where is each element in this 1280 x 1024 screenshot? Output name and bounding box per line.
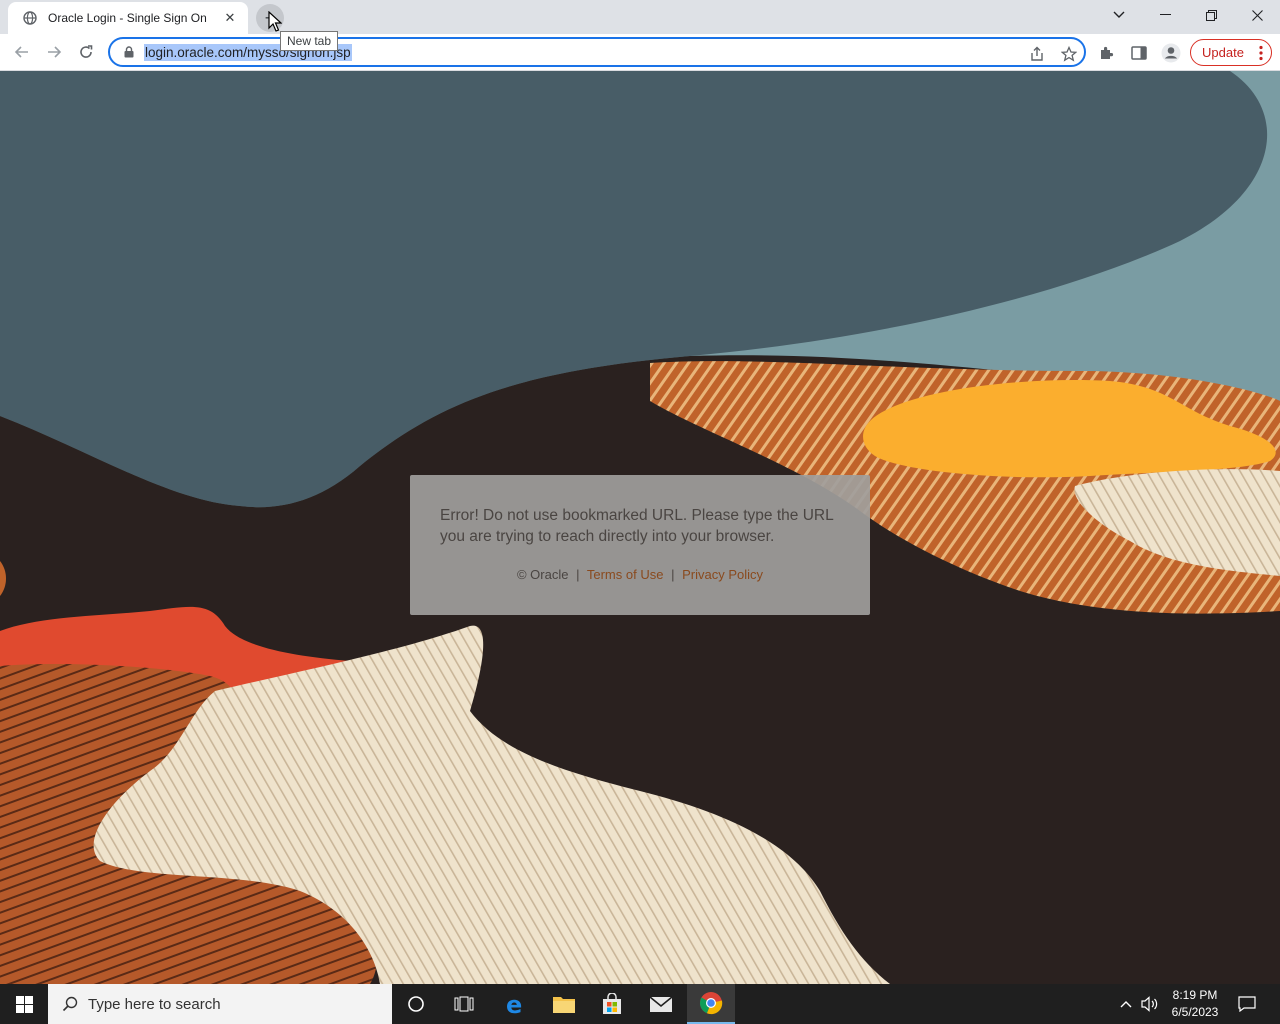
task-view-button[interactable] — [440, 984, 488, 1024]
back-button[interactable] — [8, 38, 36, 66]
reload-icon — [80, 45, 93, 58]
footer-separator: | — [671, 567, 675, 582]
restore-button[interactable] — [1188, 0, 1234, 30]
extensions-icon[interactable] — [1096, 42, 1118, 64]
notifications-button[interactable] — [1232, 984, 1262, 1024]
edge-taskbar-button[interactable]: e — [491, 984, 539, 1024]
taskbar: Type here to search e 8:19 PM 6/5/2023 — [0, 984, 1280, 1024]
folder-icon — [553, 997, 575, 1013]
edge-icon: e — [506, 992, 522, 1016]
privacy-policy-link[interactable]: Privacy Policy — [682, 567, 763, 582]
address-bar[interactable]: login.oracle.com/mysso/signon.jsp — [108, 37, 1086, 67]
minimize-button[interactable] — [1142, 0, 1188, 30]
terms-of-use-link[interactable]: Terms of Use — [587, 567, 664, 582]
search-placeholder: Type here to search — [88, 995, 221, 1013]
file-explorer-button[interactable] — [540, 984, 588, 1024]
clock-date: 6/5/2023 — [1171, 1005, 1219, 1019]
profile-avatar-icon[interactable] — [1160, 42, 1182, 64]
search-icon — [60, 994, 80, 1014]
reload-button[interactable] — [72, 38, 100, 66]
store-button[interactable] — [588, 984, 636, 1024]
card-footer: © Oracle | Terms of Use | Privacy Policy — [440, 567, 840, 582]
chrome-taskbar-button[interactable] — [687, 984, 735, 1024]
footer-separator: | — [576, 567, 580, 582]
notification-icon — [1238, 996, 1256, 1012]
taskbar-search-box[interactable]: Type here to search — [48, 984, 392, 1024]
svg-text:e: e — [506, 992, 522, 1016]
system-clock[interactable]: 8:19 PM 6/5/2023 — [1160, 987, 1230, 1021]
mail-icon — [649, 996, 673, 1012]
browser-titlebar: Oracle Login - Single Sign On ✕ + New ta… — [0, 0, 1280, 51]
close-window-button[interactable] — [1234, 0, 1280, 30]
error-card: Error! Do not use bookmarked URL. Please… — [410, 475, 870, 615]
arrow-right-icon — [48, 46, 62, 58]
star-icon[interactable] — [1060, 45, 1078, 63]
lock-icon[interactable] — [122, 45, 136, 59]
error-message: Error! Do not use bookmarked URL. Please… — [440, 507, 834, 545]
tab-title: Oracle Login - Single Sign On — [48, 11, 207, 25]
chevron-up-icon — [1120, 1001, 1132, 1008]
arrow-left-icon — [14, 46, 28, 58]
update-label: Update — [1202, 45, 1244, 60]
windows-logo-icon — [15, 995, 33, 1013]
mouse-cursor-icon — [268, 11, 282, 32]
side-panel-icon[interactable] — [1128, 42, 1150, 64]
close-icon[interactable]: ✕ — [222, 10, 238, 26]
tab-search-icon[interactable] — [1096, 0, 1142, 30]
copyright-text: © Oracle — [516, 567, 569, 582]
store-icon — [603, 993, 621, 1014]
globe-icon — [22, 10, 38, 26]
task-view-icon — [454, 996, 474, 1012]
speaker-icon — [1141, 996, 1158, 1012]
chrome-icon — [699, 992, 723, 1015]
update-button[interactable]: Update — [1190, 39, 1272, 66]
cortana-icon — [408, 996, 424, 1012]
start-button[interactable] — [0, 984, 48, 1024]
browser-toolbar: login.oracle.com/mysso/signon.jsp Update — [0, 34, 1280, 71]
browser-tab[interactable]: Oracle Login - Single Sign On ✕ — [8, 2, 248, 34]
volume-button[interactable] — [1138, 984, 1162, 1024]
clock-time: 8:19 PM — [1172, 988, 1218, 1002]
show-hidden-icons-button[interactable] — [1116, 984, 1136, 1024]
share-icon[interactable] — [1028, 45, 1046, 63]
forward-button[interactable] — [40, 38, 68, 66]
mail-button[interactable] — [637, 984, 685, 1024]
more-vert-icon[interactable] — [1259, 45, 1263, 64]
new-tab-tooltip: New tab — [280, 31, 339, 51]
page-viewport: Error! Do not use bookmarked URL. Please… — [0, 71, 1280, 984]
cortana-button[interactable] — [392, 984, 440, 1024]
